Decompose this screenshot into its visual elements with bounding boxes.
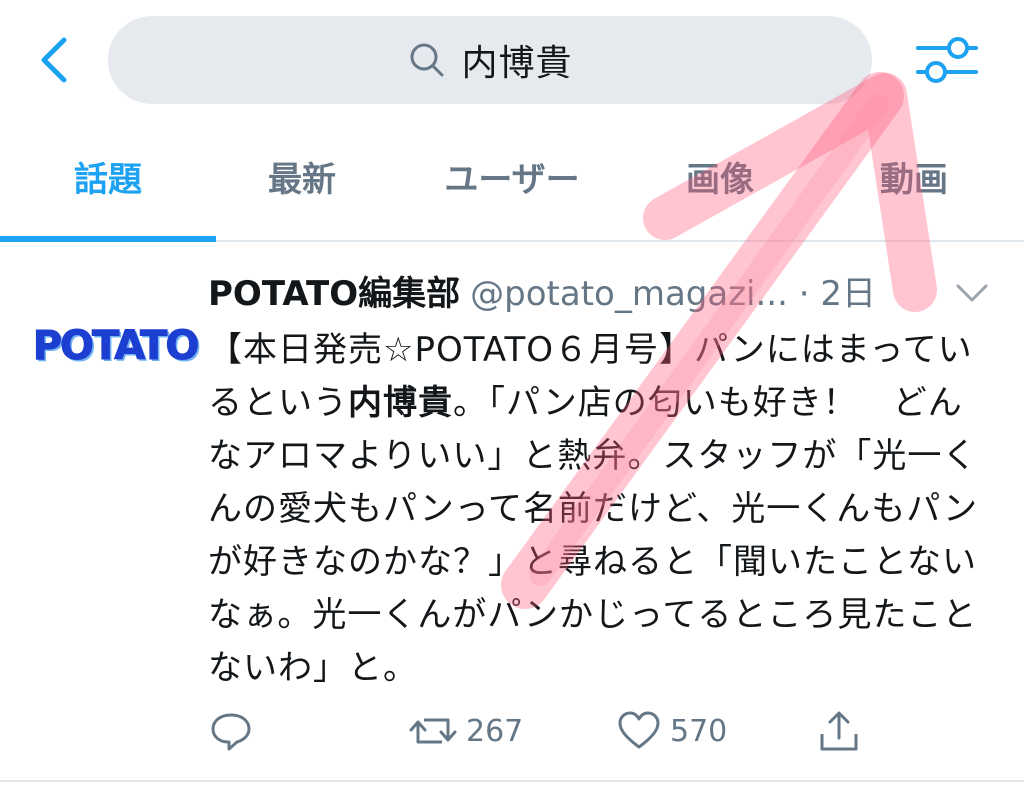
chevron-down-icon xyxy=(956,284,988,302)
tweet-actions: 267 570 xyxy=(208,706,888,756)
tweet-menu-button[interactable] xyxy=(952,278,992,308)
share-button[interactable] xyxy=(816,706,862,756)
reply-button[interactable] xyxy=(208,706,254,756)
search-highlight: 内博貴 xyxy=(348,383,453,423)
tweet-timestamp: · 2日 xyxy=(798,274,876,314)
tab-label: 動画 xyxy=(880,160,948,200)
search-header: 内博貴 xyxy=(0,0,1024,120)
reply-icon xyxy=(211,713,251,751)
search-icon xyxy=(410,43,444,77)
author-name[interactable]: POTATO編集部 xyxy=(208,274,460,314)
avatar[interactable]: POTATO xyxy=(32,306,200,386)
tab-label: 画像 xyxy=(686,160,754,200)
tweet-header: POTATO編集部 @potato_magazi... · 2日 xyxy=(208,266,928,322)
back-button[interactable] xyxy=(30,30,78,90)
sliders-icon xyxy=(916,37,978,83)
search-input[interactable]: 内博貴 xyxy=(108,16,872,104)
tweet[interactable]: POTATO POTATO編集部 @potato_magazi... · 2日 【… xyxy=(0,242,1024,782)
tab-latest[interactable]: 最新 xyxy=(200,130,404,238)
like-count: 570 xyxy=(670,713,728,749)
heart-icon xyxy=(618,711,660,749)
tweet-text: 【本日発売☆POTATO６月号】パンにはまっているという内博貴。「パン店の匂いも… xyxy=(208,324,988,695)
search-query: 内博貴 xyxy=(461,43,573,84)
retweet-count: 267 xyxy=(466,713,524,749)
tweet-text-part: 。「パン店の匂いも好き！ どんなアロマよりいい」と熱弁。スタッフが「光一くんの愛… xyxy=(208,383,978,688)
tab-label: 最新 xyxy=(268,160,336,200)
tab-label: ユーザー xyxy=(444,160,580,200)
avatar-logo: POTATO xyxy=(32,323,200,370)
tab-people[interactable]: ユーザー xyxy=(404,130,620,238)
chevron-left-icon xyxy=(41,37,67,83)
filter-button[interactable] xyxy=(912,30,982,90)
retweet-button[interactable]: 267 xyxy=(408,706,523,756)
tab-top[interactable]: 話題 xyxy=(0,130,216,238)
search-tabs: 話題 最新 ユーザー 画像 動画 xyxy=(0,130,1024,242)
like-button[interactable]: 570 xyxy=(616,706,727,756)
tab-label: 話題 xyxy=(74,160,142,200)
author-handle[interactable]: @potato_magazi... xyxy=(470,274,788,314)
tab-photos[interactable]: 画像 xyxy=(620,130,820,238)
share-icon xyxy=(820,711,858,751)
tab-videos[interactable]: 動画 xyxy=(816,130,1012,238)
retweet-icon xyxy=(409,718,457,744)
